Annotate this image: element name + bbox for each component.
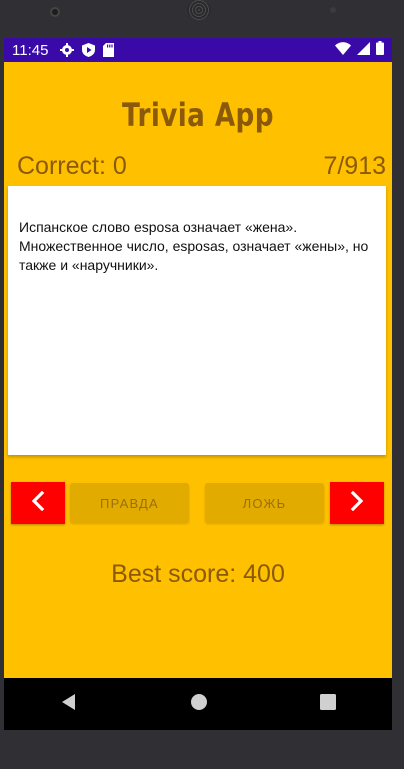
correct-count: Correct: 0: [17, 152, 127, 180]
gear-icon: [60, 43, 75, 57]
system-navigation-bar: [4, 678, 392, 730]
app-title: Trivia App: [122, 96, 274, 134]
app-screen: 11:45 Trivia App Correct: 0 7/913 Испанс…: [4, 38, 392, 730]
question-text: Испанское слово esposa означает «жена». …: [19, 219, 369, 273]
status-time: 11:45: [12, 41, 49, 59]
battery-icon: [376, 41, 384, 59]
status-bar: 11:45: [4, 38, 392, 62]
false-button[interactable]: ЛОЖЬ: [205, 483, 324, 523]
best-score: Best score: 400: [111, 560, 285, 588]
previous-question-button[interactable]: [11, 482, 65, 524]
question-card: Испанское слово esposa означает «жена». …: [8, 186, 386, 455]
true-button[interactable]: ПРАВДА: [70, 483, 189, 523]
signal-icon: [357, 41, 370, 59]
next-question-button[interactable]: [330, 482, 384, 524]
recents-icon[interactable]: [320, 693, 336, 715]
sd-card-icon: [103, 43, 115, 57]
score-counters: Correct: 0 7/913: [4, 152, 392, 181]
device-frame: 11:45 Trivia App Correct: 0 7/913 Испанс…: [0, 0, 404, 769]
earpiece-speaker: [187, 0, 211, 20]
back-icon[interactable]: [60, 693, 78, 716]
proximity-sensor: [330, 7, 336, 13]
home-icon[interactable]: [190, 693, 208, 716]
answer-controls: ПРАВДА ЛОЖЬ: [11, 482, 384, 524]
play-protect-icon: [82, 43, 96, 57]
question-progress: 7/913: [323, 152, 386, 180]
front-camera: [50, 7, 60, 17]
wifi-icon: [335, 41, 351, 59]
chevron-right-icon: [350, 490, 364, 516]
chevron-left-icon: [31, 490, 45, 516]
